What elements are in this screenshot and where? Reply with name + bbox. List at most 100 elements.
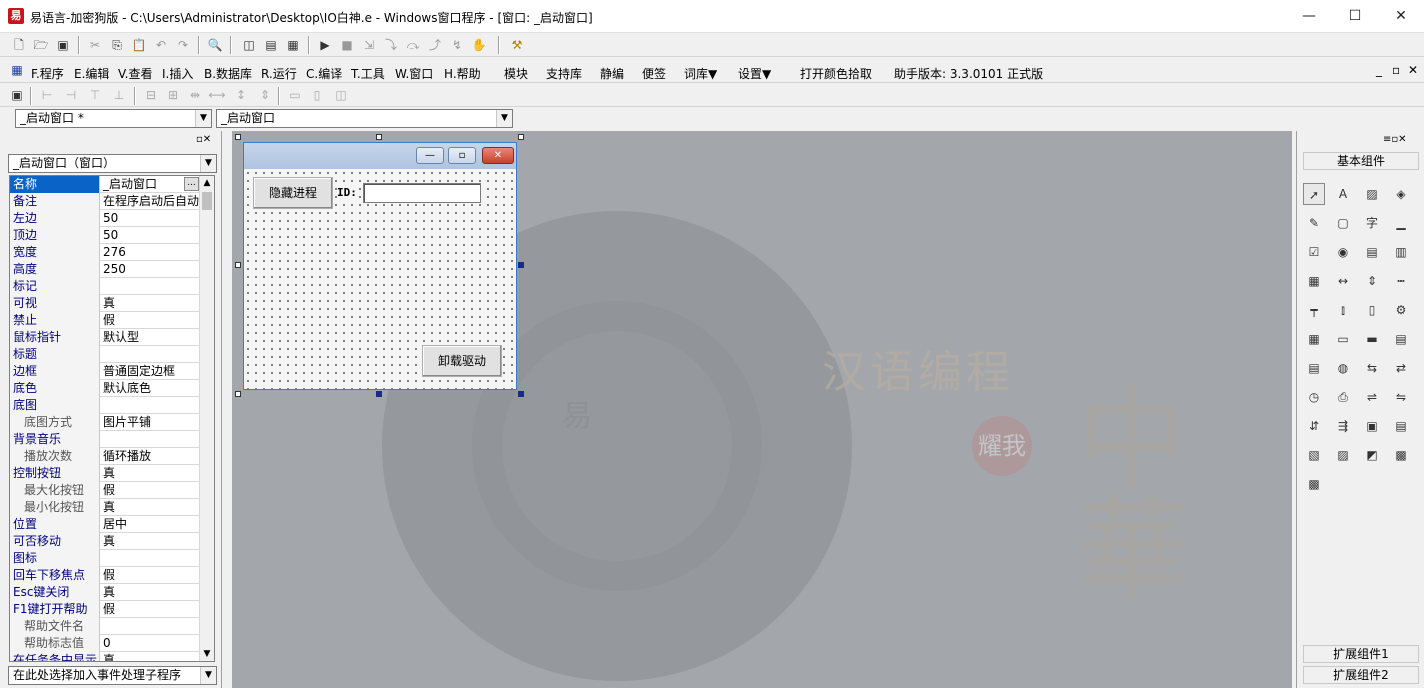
hide-process-button[interactable]: 隐藏进程 bbox=[253, 177, 333, 209]
property-value[interactable] bbox=[101, 397, 200, 414]
property-value[interactable]: 50 bbox=[101, 227, 200, 244]
form-design-icon[interactable]: ▣ bbox=[8, 87, 26, 103]
timer-icon[interactable]: ◷ bbox=[1303, 386, 1325, 408]
window-selector[interactable]: _启动窗口 * ▼ bbox=[15, 109, 212, 128]
hand-icon[interactable]: ✋ bbox=[470, 37, 488, 53]
resize-handle[interactable] bbox=[376, 391, 382, 397]
report-icon[interactable]: ▤ bbox=[1303, 357, 1325, 379]
open-folder-icon[interactable]: 🗁 bbox=[32, 37, 50, 53]
menu-program[interactable]: F.程序 bbox=[31, 65, 64, 82]
property-row[interactable]: 宽度 276 bbox=[10, 244, 200, 261]
property-object-selector[interactable]: _启动窗口（窗口） ▼ bbox=[8, 154, 217, 173]
property-row[interactable]: 帮助标志值 0 bbox=[10, 635, 200, 652]
odbc-icon[interactable]: ▩ bbox=[1390, 444, 1412, 466]
menu-compile[interactable]: C.编译 bbox=[306, 65, 342, 82]
mdi-restore-button[interactable]: ▫ bbox=[1392, 63, 1400, 77]
property-value[interactable]: 默认底色 bbox=[101, 380, 200, 397]
menu-tools[interactable]: T.工具 bbox=[351, 65, 385, 82]
scroll-down-icon[interactable]: ▼ bbox=[200, 647, 214, 661]
menu-help[interactable]: H.帮助 bbox=[444, 65, 481, 82]
window-icon[interactable]: ▣ bbox=[1361, 415, 1383, 437]
run-to-icon[interactable]: ↯ bbox=[448, 37, 466, 53]
ruler-icon[interactable]: ┯ bbox=[1303, 299, 1325, 321]
pointer-icon[interactable]: ➚ bbox=[1303, 183, 1325, 205]
space-eq-icon[interactable]: ⇕ bbox=[256, 87, 274, 103]
property-row[interactable]: 最小化按钮真 bbox=[10, 499, 200, 516]
object-selector[interactable]: _启动窗口 ▼ bbox=[216, 109, 513, 128]
resize-handle[interactable] bbox=[376, 134, 382, 140]
menu-settings[interactable]: 设置▼ bbox=[738, 65, 771, 82]
copy-icon[interactable]: ⎘ bbox=[108, 37, 126, 53]
property-value[interactable]: 居中 bbox=[101, 516, 200, 533]
form-minimize-button[interactable]: — bbox=[416, 147, 444, 164]
property-row[interactable]: 在任务条中显示真 bbox=[10, 652, 200, 661]
resize-handle[interactable] bbox=[518, 134, 524, 140]
form-window[interactable]: — ▫ ✕ 隐藏进程 ID: 卸载驱动 bbox=[243, 142, 517, 390]
chart-icon[interactable]: ◩ bbox=[1361, 444, 1383, 466]
property-scrollbar[interactable]: ▲ ▼ bbox=[199, 176, 214, 661]
property-row[interactable]: 备注 在程序启动后自动 bbox=[10, 193, 200, 210]
doc-icon[interactable]: ▤ bbox=[1390, 328, 1412, 350]
property-value[interactable]: 在程序启动后自动 bbox=[101, 193, 200, 210]
space-v-icon[interactable]: ↕ bbox=[232, 87, 250, 103]
form-body[interactable]: 隐藏进程 ID: 卸载驱动 bbox=[244, 169, 516, 389]
panel-pin-icon[interactable]: ≡▫✕ bbox=[1383, 134, 1407, 145]
property-value[interactable]: 假 bbox=[101, 482, 200, 499]
pipe-icon[interactable]: ⇶ bbox=[1332, 415, 1354, 437]
property-value[interactable]: 假 bbox=[101, 567, 200, 584]
mdi-minimize-button[interactable]: _ bbox=[1376, 63, 1382, 77]
property-value[interactable]: 默认型 bbox=[101, 329, 200, 346]
property-value[interactable]: 普通固定边框 bbox=[101, 363, 200, 380]
dialog-icon[interactable]: ▯ bbox=[1361, 299, 1383, 321]
property-value[interactable]: 真 bbox=[101, 584, 200, 601]
menu-notes[interactable]: 便签 bbox=[642, 65, 666, 82]
property-value[interactable]: 真 bbox=[101, 295, 200, 312]
size-h-icon[interactable]: ▯ bbox=[308, 87, 326, 103]
layout3-icon[interactable]: ▦ bbox=[284, 37, 302, 53]
server-icon[interactable]: ⇵ bbox=[1303, 415, 1325, 437]
step-out-icon[interactable]: ⤴ bbox=[426, 37, 444, 53]
property-value[interactable]: 276 bbox=[101, 244, 200, 261]
form-close-button[interactable]: ✕ bbox=[482, 147, 514, 164]
save-icon[interactable]: ▣ bbox=[54, 37, 72, 53]
property-value[interactable] bbox=[101, 431, 200, 448]
property-row[interactable]: 可视真 bbox=[10, 295, 200, 312]
table-icon[interactable]: ▦ bbox=[1303, 270, 1325, 292]
property-row[interactable]: 帮助文件名 bbox=[10, 618, 200, 635]
property-row[interactable]: 鼠标指针 默认型 bbox=[10, 329, 200, 346]
property-row[interactable]: 控制按钮真 bbox=[10, 465, 200, 482]
menu-database[interactable]: B.数据库 bbox=[204, 65, 252, 82]
align-bottom-icon[interactable]: ⊥ bbox=[110, 87, 128, 103]
tabstop-icon[interactable]: ⫾ bbox=[1332, 299, 1354, 321]
property-row[interactable]: 禁止假 bbox=[10, 312, 200, 329]
panel-pin-icon[interactable]: ▫✕ bbox=[196, 134, 211, 145]
tree-icon[interactable]: ⇆ bbox=[1361, 357, 1383, 379]
new-file-icon[interactable]: 🗋 bbox=[10, 37, 28, 53]
grid-icon[interactable]: ▦ bbox=[1303, 328, 1325, 350]
net-icon[interactable]: ⇌ bbox=[1361, 386, 1383, 408]
property-row[interactable]: 可否移动真 bbox=[10, 533, 200, 550]
mdi-close-button[interactable]: ✕ bbox=[1408, 63, 1418, 77]
property-row[interactable]: 左边 50 bbox=[10, 210, 200, 227]
property-row[interactable]: 回车下移焦点假 bbox=[10, 567, 200, 584]
folder-icon[interactable]: ▬ bbox=[1361, 328, 1383, 350]
printer-icon[interactable]: ⎙ bbox=[1332, 386, 1354, 408]
db-icon[interactable]: ▧ bbox=[1303, 444, 1325, 466]
property-value[interactable] bbox=[101, 550, 200, 567]
property-row[interactable]: 图标 bbox=[10, 550, 200, 567]
step-over-icon[interactable]: ⤼ bbox=[404, 37, 422, 53]
property-value[interactable]: 图片平铺 bbox=[101, 414, 200, 431]
db2-icon[interactable]: ▨ bbox=[1332, 444, 1354, 466]
redo-icon[interactable]: ↷ bbox=[174, 37, 192, 53]
align-top-icon[interactable]: ⊤ bbox=[86, 87, 104, 103]
property-value[interactable] bbox=[101, 278, 200, 295]
menu-view[interactable]: V.查看 bbox=[118, 65, 152, 82]
label-icon[interactable]: A bbox=[1332, 183, 1354, 205]
property-row[interactable]: 标题 bbox=[10, 346, 200, 363]
property-row[interactable]: 标记 bbox=[10, 278, 200, 295]
menu-static-compile[interactable]: 静编 bbox=[600, 65, 624, 82]
close-button[interactable]: ✕ bbox=[1378, 0, 1424, 33]
property-row[interactable]: Esc键关闭真 bbox=[10, 584, 200, 601]
property-value[interactable] bbox=[101, 618, 200, 635]
stop-icon[interactable]: ■ bbox=[338, 37, 356, 53]
